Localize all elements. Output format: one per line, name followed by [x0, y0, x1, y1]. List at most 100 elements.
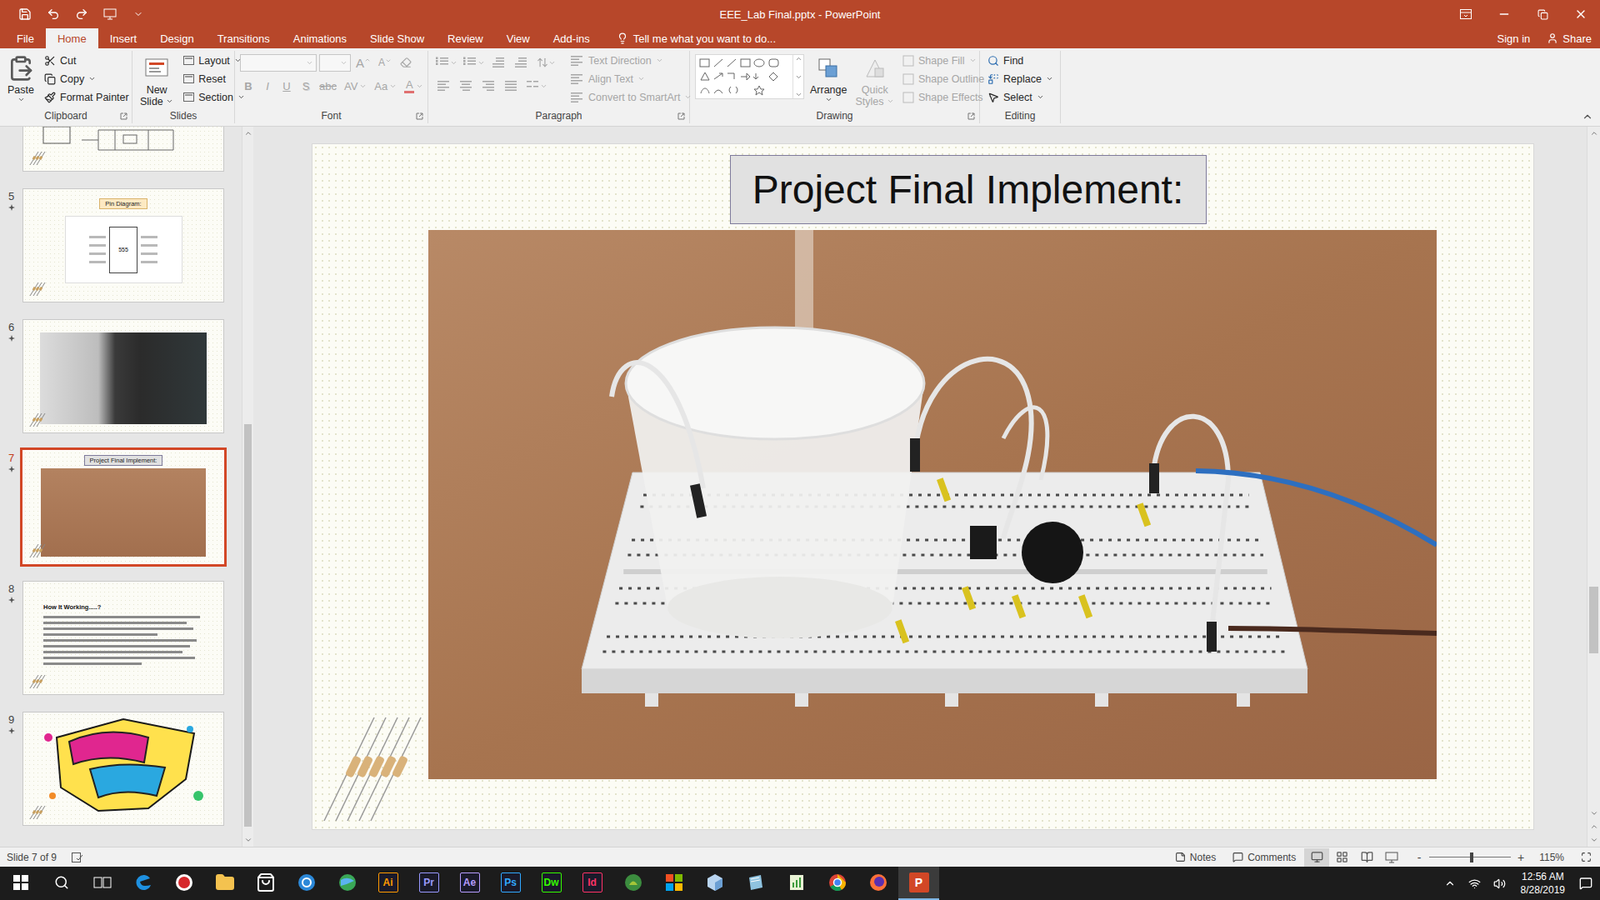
- thumbnail-row[interactable]: [0, 126, 242, 172]
- shape-format-command[interactable]: Shape Fill: [900, 51, 999, 70]
- notes-button[interactable]: Notes: [1166, 851, 1225, 864]
- view-button[interactable]: [1304, 848, 1330, 867]
- redo-button[interactable]: [71, 4, 92, 25]
- clipboard-command[interactable]: Cut: [41, 51, 132, 70]
- slide-thumbnail[interactable]: How It Working.....?: [22, 580, 225, 695]
- customize-toolbar-button[interactable]: [128, 4, 149, 25]
- ribbon-tab[interactable]: Home: [45, 28, 99, 49]
- scroll-down-icon[interactable]: [795, 73, 803, 81]
- scroll-down-icon[interactable]: [244, 835, 253, 845]
- clipboard-command[interactable]: Format Painter: [41, 88, 132, 106]
- show-hidden-icons-button[interactable]: [1439, 877, 1461, 890]
- clock[interactable]: 12:56 AM8/28/2019: [1514, 870, 1572, 897]
- editing-command[interactable]: Replace: [985, 70, 1056, 88]
- taskbar-app[interactable]: [857, 866, 899, 900]
- ribbon-tab[interactable]: Design: [148, 28, 205, 49]
- view-button[interactable]: [1329, 848, 1355, 867]
- view-button[interactable]: [1379, 848, 1405, 867]
- previous-slide-icon[interactable]: [1590, 822, 1599, 831]
- taskbar-app[interactable]: [653, 866, 695, 900]
- ribbon-tab[interactable]: File: [5, 28, 46, 49]
- slide-thumbnail[interactable]: [22, 319, 225, 434]
- slide-title[interactable]: Project Final Implement:: [730, 155, 1207, 225]
- zoom-level[interactable]: 115%: [1530, 851, 1573, 864]
- scroll-down-icon[interactable]: [1590, 809, 1599, 818]
- share-button[interactable]: Share: [1538, 28, 1600, 49]
- tell-me-box[interactable]: Tell me what you want to do...: [616, 28, 776, 49]
- restore-button[interactable]: [1523, 0, 1562, 29]
- clipboard-command[interactable]: Copy: [41, 70, 132, 88]
- zoom-slider-thumb[interactable]: [1470, 852, 1474, 863]
- next-slide-icon[interactable]: [1590, 835, 1599, 845]
- start-from-beginning-button[interactable]: [100, 4, 120, 25]
- format-button[interactable]: U: [278, 76, 295, 95]
- slide-thumbnail[interactable]: Project Final Implement:: [22, 450, 225, 565]
- shape-format-command[interactable]: Shape Outline: [900, 70, 999, 88]
- more-icon[interactable]: [795, 90, 803, 99]
- zoom-in-button[interactable]: +: [1515, 850, 1526, 865]
- align-left-button[interactable]: [433, 76, 454, 95]
- quick-styles-button[interactable]: QuickStyles: [852, 50, 897, 110]
- undo-button[interactable]: [43, 4, 64, 25]
- volume-button[interactable]: [1489, 877, 1511, 890]
- network-button[interactable]: [1464, 877, 1486, 890]
- grow-font-button[interactable]: A: [353, 56, 374, 70]
- view-button[interactable]: [1354, 848, 1380, 867]
- taskbar-app[interactable]: [163, 866, 205, 900]
- spell-check-button[interactable]: [63, 852, 92, 863]
- taskbar-app[interactable]: [326, 866, 368, 900]
- taskbar-app[interactable]: Dw: [530, 866, 572, 900]
- dialog-launcher-icon[interactable]: [677, 112, 685, 120]
- taskbar-app[interactable]: [0, 866, 41, 900]
- ribbon-tab[interactable]: View: [495, 28, 542, 49]
- taskbar-app[interactable]: [245, 866, 286, 900]
- decrease-indent-button[interactable]: [488, 53, 509, 72]
- sign-in-link[interactable]: Sign in: [1489, 28, 1540, 49]
- paste-button[interactable]: Paste: [5, 50, 37, 105]
- ribbon-tab[interactable]: Insert: [98, 28, 150, 49]
- dialog-launcher-icon[interactable]: [415, 112, 424, 120]
- align-right-button[interactable]: [478, 76, 499, 95]
- format-button[interactable]: B: [240, 76, 257, 95]
- taskbar-app[interactable]: [122, 866, 164, 900]
- thumbnails-scrollbar[interactable]: [241, 126, 254, 847]
- taskbar-app[interactable]: [612, 866, 654, 900]
- comments-button[interactable]: Comments: [1224, 851, 1305, 864]
- scroll-up-icon[interactable]: [1590, 129, 1599, 138]
- justify-button[interactable]: [500, 76, 521, 95]
- slides-command[interactable]: Reset: [180, 70, 248, 88]
- thumbnail-row[interactable]: 6: [0, 319, 242, 434]
- taskbar-app[interactable]: [816, 866, 858, 900]
- ribbon-tab[interactable]: Animations: [281, 28, 359, 49]
- taskbar-app[interactable]: [204, 866, 245, 900]
- fit-to-window-button[interactable]: [1572, 851, 1600, 863]
- dialog-launcher-icon[interactable]: [967, 112, 975, 120]
- slide-scrollbar[interactable]: [1586, 126, 1600, 847]
- slide-thumbnail[interactable]: Pin Diagram:555: [22, 188, 225, 303]
- new-slide-button[interactable]: NewSlide: [137, 50, 176, 110]
- taskbar-app[interactable]: P: [898, 866, 940, 900]
- taskbar-app[interactable]: [81, 866, 123, 900]
- minimize-button[interactable]: [1485, 0, 1524, 29]
- slide-thumbnail[interactable]: [22, 711, 225, 826]
- paragraph-command[interactable]: Convert to SmartArt: [566, 88, 695, 106]
- ribbon-tab[interactable]: Transitions: [205, 28, 282, 49]
- line-spacing-button[interactable]: [533, 53, 559, 72]
- numbering-button[interactable]: [460, 53, 486, 72]
- ribbon-tab[interactable]: Review: [435, 28, 495, 49]
- format-button[interactable]: S: [297, 76, 315, 95]
- ribbon-tab[interactable]: Add-ins: [541, 28, 602, 49]
- format-button[interactable]: I: [259, 76, 276, 95]
- taskbar-app[interactable]: [775, 866, 817, 900]
- taskbar-app[interactable]: Ps: [490, 866, 531, 900]
- thumbnail-row[interactable]: 9: [0, 711, 242, 826]
- thumbnail-row[interactable]: 8How It Working.....?: [0, 580, 242, 695]
- collapse-ribbon-button[interactable]: [1575, 110, 1600, 126]
- thumbnail-row[interactable]: 5Pin Diagram:555: [0, 188, 242, 303]
- taskbar-app[interactable]: [285, 866, 327, 900]
- taskbar-app[interactable]: Ae: [449, 866, 490, 900]
- arrange-button[interactable]: Arrange: [807, 50, 850, 105]
- thumbnail-row[interactable]: 7Project Final Implement:: [0, 450, 242, 565]
- zoom-slider[interactable]: [1429, 851, 1511, 864]
- editing-command[interactable]: Find: [985, 51, 1056, 70]
